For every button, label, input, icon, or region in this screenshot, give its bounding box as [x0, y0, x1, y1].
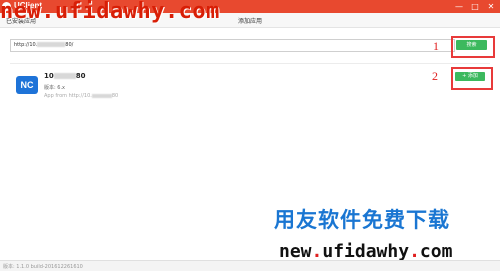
- blurred-ip: [91, 93, 112, 98]
- close-button[interactable]: ✕: [484, 1, 498, 12]
- watermark-chinese: 用友软件免费下载: [274, 208, 450, 232]
- watermark-url: new.ufidawhy.com: [279, 241, 453, 262]
- app-item-title: 10 80: [44, 72, 86, 80]
- divider: [10, 63, 490, 64]
- server-address-input[interactable]: http://10. 80/: [10, 39, 455, 52]
- app-item-source: App from http://10. 80: [44, 93, 119, 99]
- app-item-version: 版本: 6.x: [44, 85, 66, 91]
- annotation-number-1: 1: [433, 39, 439, 53]
- status-version: 版本: 1.1.0 build-201612261610: [3, 264, 83, 270]
- watermark-top: new.ufidawhy.com: [0, 0, 220, 24]
- blurred-ip: [53, 73, 76, 79]
- minimize-button[interactable]: —: [452, 1, 466, 12]
- blurred-ip: [37, 42, 66, 47]
- annotation-number-2: 2: [432, 69, 438, 83]
- search-button[interactable]: 搜索: [456, 40, 487, 50]
- nc-app-icon: NC: [16, 76, 38, 94]
- add-app-button[interactable]: + 添加: [455, 72, 485, 81]
- server-address-value: http://10. 80/: [14, 42, 74, 48]
- status-bar: 版本: 1.1.0 build-201612261610: [0, 260, 500, 271]
- maximize-button[interactable]: □: [468, 1, 482, 12]
- tab-add-app[interactable]: 添加应用: [238, 16, 262, 25]
